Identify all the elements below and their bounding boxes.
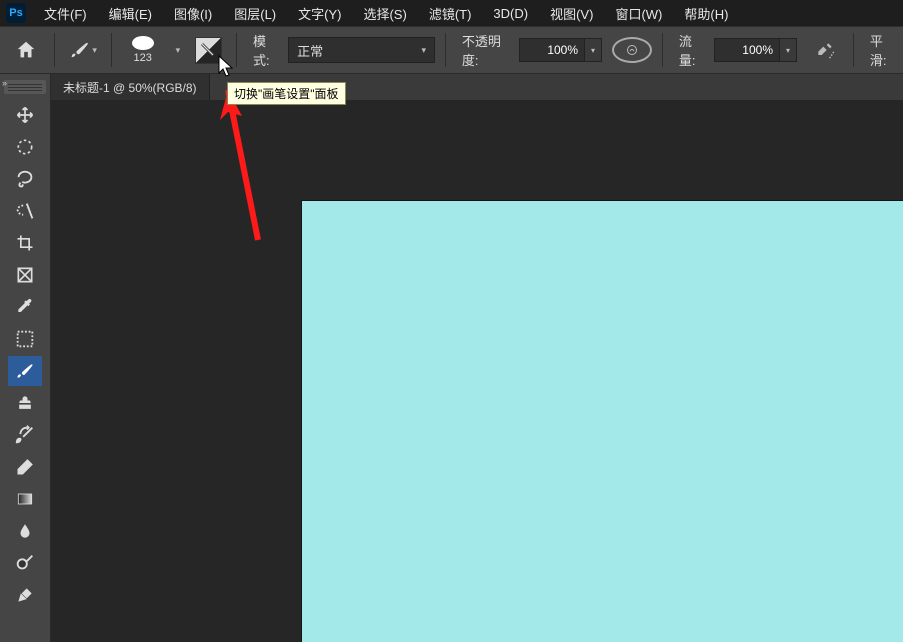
opacity-label: 不透明度: [462,31,509,69]
menu-3d[interactable]: 3D(D) [489,4,532,23]
home-icon [15,39,37,61]
separator [111,33,112,67]
lasso-tool[interactable] [8,164,42,194]
brush-size-label: 123 [133,52,151,64]
pen-tool[interactable] [8,580,42,610]
dodge-tool[interactable] [8,548,42,578]
chevron-down-icon: ▾ [92,45,97,56]
opacity-stepper[interactable]: ▾ [584,38,602,62]
brush-tool[interactable] [8,356,42,386]
tooltip: 切换"画笔设置"面板 [227,82,346,105]
mode-label: 模式: [253,31,278,69]
menu-window[interactable]: 窗口(W) [611,2,666,25]
history-brush-tool[interactable] [8,420,42,450]
menu-image[interactable]: 图像(I) [170,2,216,25]
app-root: Ps 文件(F) 编辑(E) 图像(I) 图层(L) 文字(Y) 选择(S) 滤… [0,0,903,642]
brush-icon [69,39,90,61]
workspace: » 未标题-1 @ 50%(RGB/8) [0,74,903,642]
tool-preset-picker[interactable]: ▾ [65,36,101,64]
menu-view[interactable]: 视图(V) [546,2,597,25]
airbrush-toggle[interactable] [807,39,843,61]
gradient-tool[interactable] [8,484,42,514]
menu-select[interactable]: 选择(S) [359,2,410,25]
mode-value: 正常 [297,41,323,60]
flow-field[interactable]: 100% [714,38,780,62]
eraser-tool[interactable] [8,452,42,482]
airbrush-icon [815,40,835,60]
crop-tool[interactable] [8,228,42,258]
canvas-viewport[interactable] [51,100,903,642]
mode-dropdown[interactable]: 正常 ▾ [288,37,435,63]
document-area: 未标题-1 @ 50%(RGB/8) [51,74,903,642]
options-bar: ▾ 123 ▾ 模式: 正常 ▾ 不透明度: 100% ▾ 流量: [0,26,903,74]
menu-filter[interactable]: 滤镜(T) [425,2,476,25]
tools-panel: » [0,74,51,642]
separator [662,33,663,67]
pressure-opacity-toggle[interactable] [612,37,652,63]
separator [54,33,55,67]
move-tool[interactable] [8,100,42,130]
chevron-down-icon: ▾ [421,45,426,56]
opacity-field[interactable]: 100% [519,38,585,62]
menu-file[interactable]: 文件(F) [40,2,91,25]
separator [236,33,237,67]
menu-type[interactable]: 文字(Y) [294,2,345,25]
menu-bar: Ps 文件(F) 编辑(E) 图像(I) 图层(L) 文字(Y) 选择(S) 滤… [0,0,903,26]
canvas[interactable] [301,200,903,642]
smoothing-label: 平滑: [870,31,895,69]
document-tab[interactable]: 未标题-1 @ 50%(RGB/8) [51,74,210,100]
ps-logo: Ps [6,3,26,23]
brush-preset-picker[interactable]: 123 [122,36,164,64]
cursor-pointer-icon [218,55,236,79]
menu-help[interactable]: 帮助(H) [680,2,732,25]
separator [445,33,446,67]
menu-layer[interactable]: 图层(L) [230,2,280,25]
menu-edit[interactable]: 编辑(E) [105,2,156,25]
separator [853,33,854,67]
frame-tool[interactable] [8,260,42,290]
quick-selection-tool[interactable] [8,196,42,226]
eyedropper-tool[interactable] [8,292,42,322]
document-tab-row: 未标题-1 @ 50%(RGB/8) [51,74,903,100]
pressure-icon [626,44,638,56]
blur-tool[interactable] [8,516,42,546]
home-button[interactable] [8,36,44,64]
chevron-down-icon[interactable]: ▾ [176,45,181,56]
flow-stepper[interactable]: ▾ [779,38,797,62]
flow-label: 流量: [679,31,704,69]
clone-stamp-tool[interactable] [8,388,42,418]
brush-preview-dot [132,36,154,50]
marquee-tool[interactable] [8,132,42,162]
spot-healing-tool[interactable] [8,324,42,354]
